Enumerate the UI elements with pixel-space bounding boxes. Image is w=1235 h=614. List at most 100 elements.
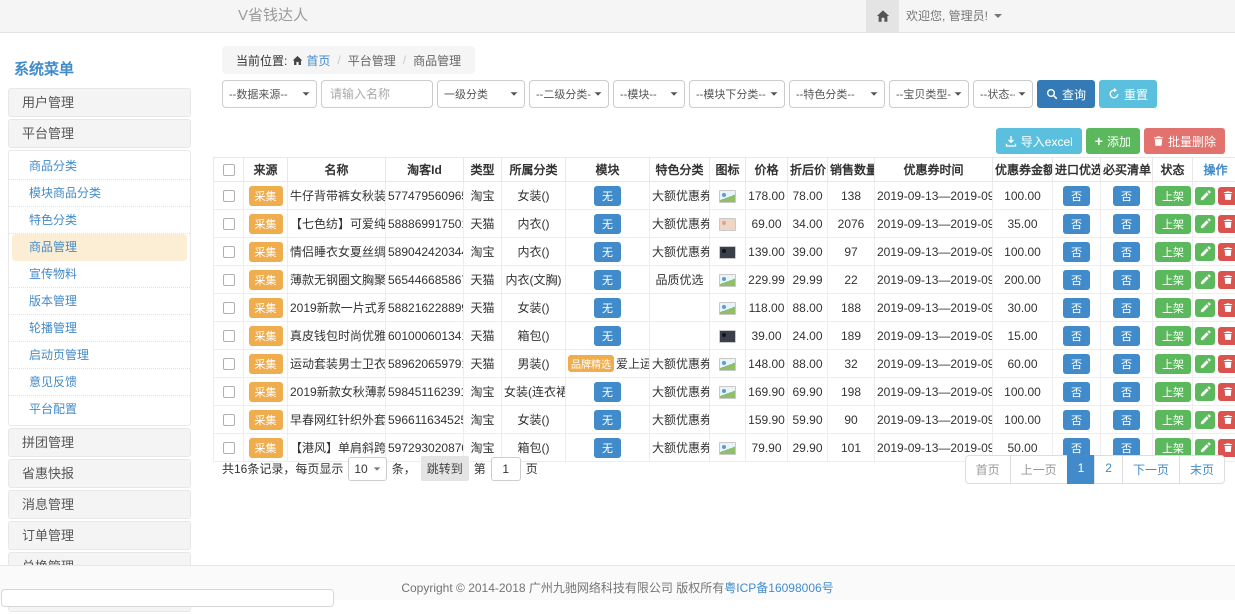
import-select-button[interactable]: 否: [1063, 242, 1090, 262]
must-buy-button[interactable]: 否: [1113, 354, 1140, 374]
sidebar-item-carousel-management[interactable]: 轮播管理: [9, 315, 190, 342]
edit-button[interactable]: [1195, 439, 1215, 457]
filter-select-status[interactable]: --状态--: [973, 80, 1033, 108]
status-button[interactable]: 上架: [1155, 270, 1191, 290]
edit-button[interactable]: [1195, 411, 1215, 429]
status-button[interactable]: 上架: [1155, 298, 1191, 318]
add-button[interactable]: + 添加: [1086, 128, 1140, 154]
must-buy-button[interactable]: 否: [1113, 298, 1140, 318]
sidebar-item-splash-management[interactable]: 启动页管理: [9, 342, 190, 369]
row-checkbox[interactable]: [223, 218, 235, 230]
module-none-button[interactable]: 无: [594, 270, 621, 290]
edit-button[interactable]: [1195, 271, 1215, 289]
product-thumbnail[interactable]: [719, 302, 736, 315]
sidebar-item-version-management[interactable]: 版本管理: [9, 288, 190, 315]
status-button[interactable]: 上架: [1155, 214, 1191, 234]
page-button-末页[interactable]: 末页: [1179, 455, 1225, 484]
import-select-button[interactable]: 否: [1063, 354, 1090, 374]
product-thumbnail[interactable]: [719, 330, 736, 343]
status-button[interactable]: 上架: [1155, 354, 1191, 374]
sidebar-item-user-management[interactable]: 用户管理: [8, 88, 191, 117]
select-all-checkbox[interactable]: [223, 164, 235, 176]
import-select-button[interactable]: 否: [1063, 270, 1090, 290]
delete-button[interactable]: [1218, 299, 1235, 317]
row-checkbox[interactable]: [223, 442, 235, 454]
sidebar-item-platform-management[interactable]: 平台管理: [8, 119, 191, 148]
sidebar-item-goods-management[interactable]: 商品管理: [12, 234, 187, 261]
module-none-button[interactable]: 无: [594, 186, 621, 206]
product-thumbnail[interactable]: [719, 386, 736, 399]
module-none-button[interactable]: 无: [594, 410, 621, 430]
product-thumbnail[interactable]: [719, 190, 736, 203]
sidebar-item-message-management[interactable]: 消息管理: [8, 490, 191, 519]
filter-select-feature-category[interactable]: --特色分类--: [789, 80, 885, 108]
delete-button[interactable]: [1218, 271, 1235, 289]
delete-button[interactable]: [1218, 187, 1235, 205]
status-button[interactable]: 上架: [1155, 410, 1191, 430]
product-thumbnail[interactable]: [719, 442, 736, 455]
query-button[interactable]: 查询: [1037, 80, 1095, 108]
must-buy-button[interactable]: 否: [1113, 214, 1140, 234]
module-none-button[interactable]: 无: [594, 242, 621, 262]
row-checkbox[interactable]: [223, 274, 235, 286]
import-select-button[interactable]: 否: [1063, 410, 1090, 430]
product-thumbnail[interactable]: [719, 274, 736, 287]
must-buy-button[interactable]: 否: [1113, 326, 1140, 346]
delete-button[interactable]: [1218, 355, 1235, 373]
filter-select-module-subcategory[interactable]: --模块下分类--: [689, 80, 785, 108]
product-thumbnail[interactable]: [719, 358, 736, 371]
sidebar-item-goods-category[interactable]: 商品分类: [9, 153, 190, 180]
status-button[interactable]: 上架: [1155, 326, 1191, 346]
must-buy-button[interactable]: 否: [1113, 242, 1140, 262]
row-checkbox[interactable]: [223, 358, 235, 370]
row-checkbox[interactable]: [223, 246, 235, 258]
page-button-2[interactable]: 2: [1094, 455, 1123, 484]
filter-select-item-type[interactable]: --宝贝类型--: [889, 80, 969, 108]
delete-button[interactable]: [1218, 411, 1235, 429]
delete-button[interactable]: [1218, 439, 1235, 457]
delete-button[interactable]: [1218, 383, 1235, 401]
product-thumbnail[interactable]: [719, 218, 736, 231]
breadcrumb-home-link[interactable]: 首页: [292, 52, 330, 69]
must-buy-button[interactable]: 否: [1113, 186, 1140, 206]
import-select-button[interactable]: 否: [1063, 186, 1090, 206]
import-select-button[interactable]: 否: [1063, 382, 1090, 402]
batch-delete-button[interactable]: 批量删除: [1144, 128, 1225, 154]
filter-select-level1-category[interactable]: 一级分类: [437, 80, 525, 108]
reset-button[interactable]: 重置: [1099, 80, 1157, 108]
status-button[interactable]: 上架: [1155, 242, 1191, 262]
icp-link[interactable]: 粤ICP备16098006号: [724, 581, 833, 595]
sidebar-item-savings-express[interactable]: 省惠快报: [8, 459, 191, 488]
sidebar-item-module-goods-category[interactable]: 模块商品分类: [9, 180, 190, 207]
import-select-button[interactable]: 否: [1063, 214, 1090, 234]
row-checkbox[interactable]: [223, 386, 235, 398]
edit-button[interactable]: [1195, 355, 1215, 373]
module-none-button[interactable]: 无: [594, 382, 621, 402]
row-checkbox[interactable]: [223, 330, 235, 342]
delete-button[interactable]: [1218, 215, 1235, 233]
nav-home-button[interactable]: [866, 0, 899, 32]
must-buy-button[interactable]: 否: [1113, 270, 1140, 290]
user-menu[interactable]: 欢迎您, 管理员!: [906, 0, 1002, 32]
sidebar-item-feature-category[interactable]: 特色分类: [9, 207, 190, 234]
row-checkbox[interactable]: [223, 302, 235, 314]
module-none-button[interactable]: 无: [594, 438, 621, 458]
module-none-button[interactable]: 无: [594, 214, 621, 234]
per-page-select[interactable]: 10: [348, 457, 386, 481]
sidebar-item-platform-config[interactable]: 平台配置: [9, 396, 190, 423]
edit-button[interactable]: [1195, 299, 1215, 317]
sidebar-item-group-buy-management[interactable]: 拼团管理: [8, 428, 191, 457]
edit-button[interactable]: [1195, 383, 1215, 401]
edit-button[interactable]: [1195, 243, 1215, 261]
sidebar-item-feedback[interactable]: 意见反馈: [9, 369, 190, 396]
filter-select-level2-category[interactable]: --二级分类--: [529, 80, 609, 108]
breadcrumb-item[interactable]: 平台管理: [348, 52, 396, 69]
page-number-input[interactable]: [491, 457, 521, 481]
filter-select-module[interactable]: --模块--: [613, 80, 685, 108]
must-buy-button[interactable]: 否: [1113, 410, 1140, 430]
delete-button[interactable]: [1218, 243, 1235, 261]
module-none-button[interactable]: 无: [594, 326, 621, 346]
import-select-button[interactable]: 否: [1063, 298, 1090, 318]
delete-button[interactable]: [1218, 327, 1235, 345]
row-checkbox[interactable]: [223, 414, 235, 426]
